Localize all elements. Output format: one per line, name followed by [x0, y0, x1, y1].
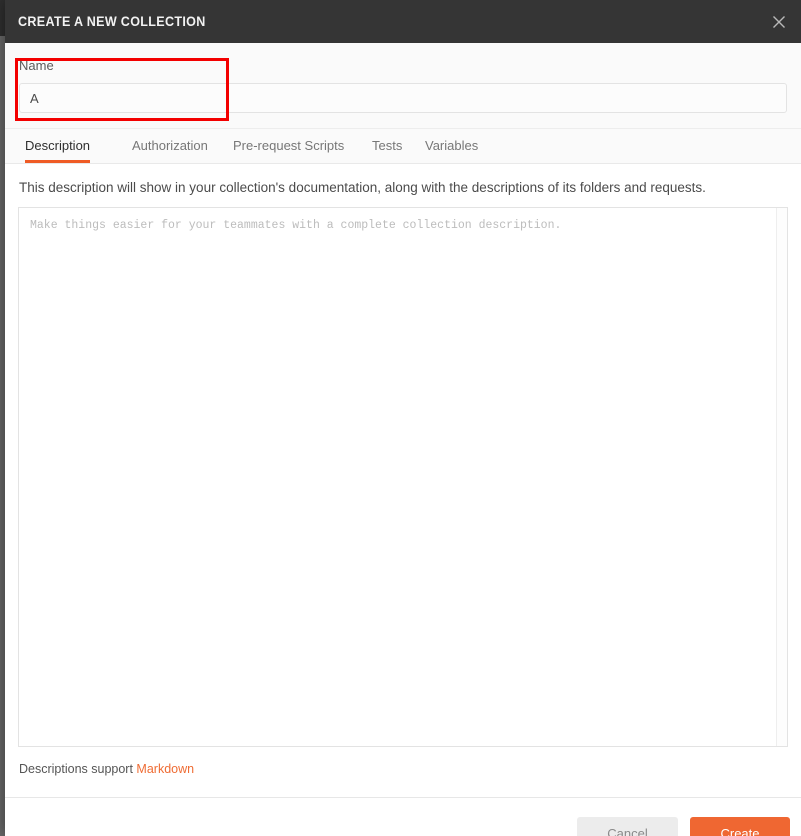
- tab-authorization[interactable]: Authorization: [132, 129, 208, 163]
- cancel-button[interactable]: Cancel: [577, 817, 678, 836]
- description-help-text: This description will show in your colle…: [19, 180, 706, 195]
- collection-name-input[interactable]: [19, 83, 787, 113]
- tab-bar: Description Authorization Pre-request Sc…: [5, 129, 801, 164]
- markdown-link[interactable]: Markdown: [136, 762, 194, 776]
- modal-header: CREATE A NEW COLLECTION: [5, 0, 801, 43]
- tab-tests[interactable]: Tests: [372, 129, 402, 163]
- description-scrollbar[interactable]: [776, 208, 787, 746]
- tab-description[interactable]: Description: [25, 129, 91, 163]
- modal-footer: Cancel Create: [5, 798, 801, 836]
- markdown-support-note: Descriptions support Markdown: [19, 762, 194, 776]
- create-button[interactable]: Create: [690, 817, 790, 836]
- name-field-section: Name: [5, 43, 801, 129]
- markdown-note-prefix: Descriptions support: [19, 762, 137, 776]
- close-icon[interactable]: [765, 8, 793, 36]
- modal-title: CREATE A NEW COLLECTION: [18, 14, 206, 29]
- tab-variables[interactable]: Variables: [425, 129, 478, 163]
- name-label: Name: [19, 58, 54, 73]
- create-collection-modal: CREATE A NEW COLLECTION Name Description…: [5, 0, 801, 836]
- description-editor: [18, 207, 788, 747]
- description-textarea[interactable]: [19, 208, 777, 746]
- tab-pre-request-scripts[interactable]: Pre-request Scripts: [233, 129, 344, 163]
